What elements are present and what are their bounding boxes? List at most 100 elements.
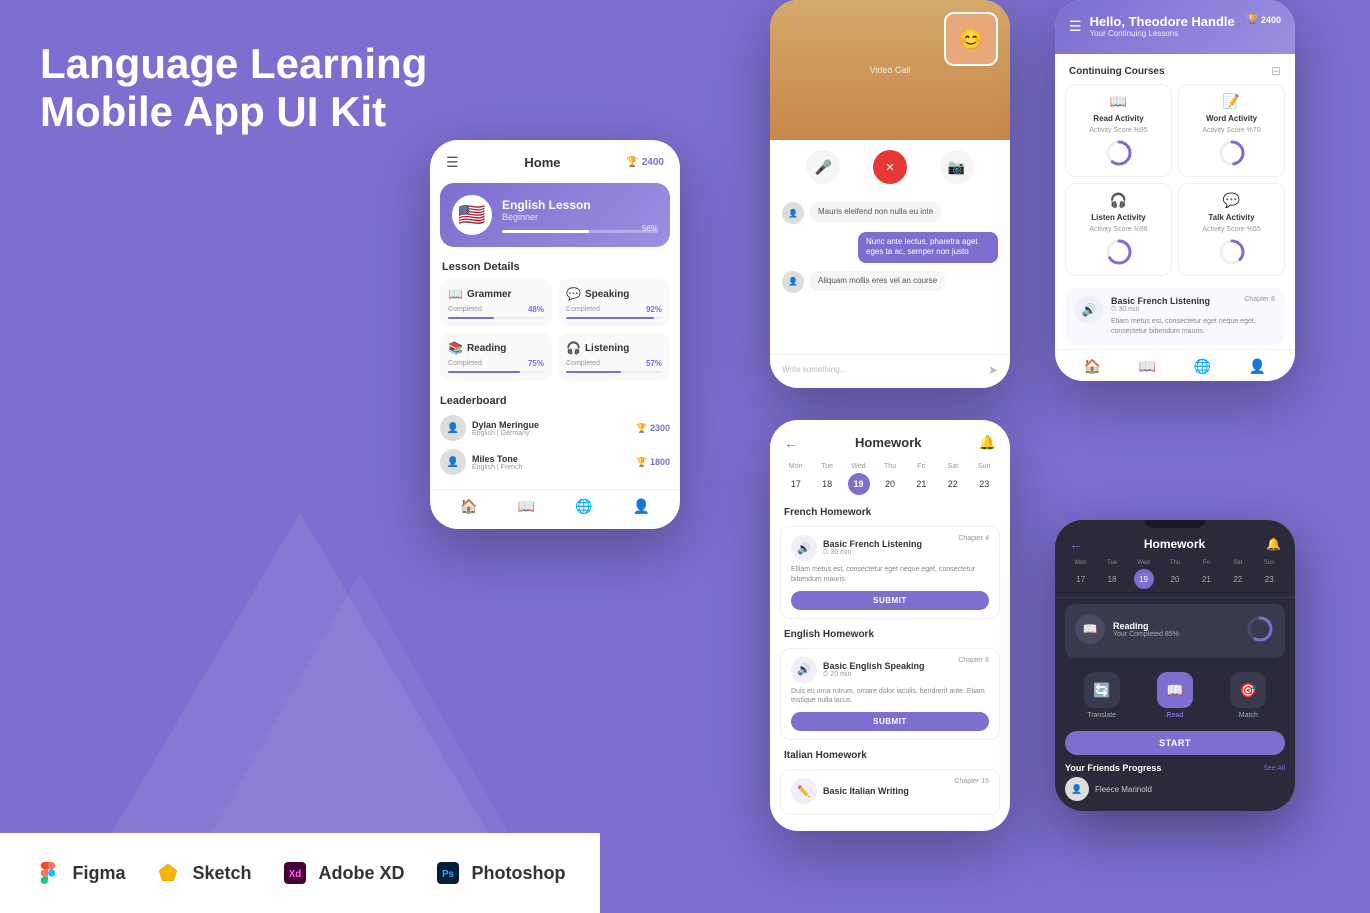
greeting-section: Hello, Theodore Handle Your Continuing L… — [1090, 14, 1235, 38]
match-label: Match — [1239, 712, 1258, 719]
listen-activity[interactable]: 🎧 Listen Activity Activity Score %98 — [1065, 183, 1172, 276]
hw-card-icon-3: ✏️ — [791, 778, 817, 804]
lesson-progress-bar — [502, 230, 658, 233]
figma-icon — [34, 859, 62, 887]
homework-calendar: Mon17 Tue18 Wed19 Thu20 Fri21 Sat22 Sun2… — [770, 459, 1010, 501]
avatar-2: 👤 — [440, 449, 466, 475]
featured-lesson[interactable]: 🔊 Basic French Listening Chapter 8 ⏱ 30 … — [1065, 288, 1285, 345]
grammar-card[interactable]: 📖Grammer Completed48% — [440, 279, 552, 327]
p5-wed[interactable]: Wed19 — [1134, 560, 1154, 589]
ps-item[interactable]: Ps Photoshop — [434, 859, 566, 887]
fl-time: ⏱ 30 min — [1111, 306, 1275, 314]
flag-icon: 🇺🇸 — [452, 195, 492, 235]
p5-mon: Mon17 — [1071, 560, 1091, 589]
dark-calendar: Mon17 Tue18 Wed19 Thu20 Fri21 Sat22 Sun2… — [1055, 558, 1295, 598]
courses-header: ☰ Hello, Theodore Handle Your Continuing… — [1055, 0, 1295, 54]
nav-user-icon[interactable]: 👤 — [633, 498, 650, 515]
figma-item[interactable]: Figma — [34, 859, 125, 887]
listen-donut — [1104, 237, 1134, 267]
match-action[interactable]: 🎯 Match — [1230, 672, 1266, 719]
p4-nav-book[interactable]: 📖 — [1139, 358, 1156, 375]
listen-icon: 🎧 — [1110, 192, 1127, 209]
read-action[interactable]: 📖 Read — [1157, 672, 1193, 719]
talk-icon: 💬 — [1223, 192, 1240, 209]
p4-nav-globe[interactable]: 🌐 — [1194, 358, 1211, 375]
svg-text:Ps: Ps — [442, 869, 454, 880]
filter-icon[interactable]: ⊟ — [1271, 64, 1281, 78]
p4-nav-home[interactable]: 🏠 — [1084, 358, 1101, 375]
read-label: Read — [1166, 712, 1183, 719]
submit-button-1[interactable]: SUBMIT — [791, 591, 989, 610]
dark-reading-card[interactable]: 📖 Reading Your Completed 85% — [1065, 604, 1285, 658]
phone-homework: ← Homework 🔔 Mon17 Tue18 Wed19 Thu20 Fri… — [770, 420, 1010, 831]
continuing-courses-header: Continuing Courses ⊟ — [1055, 54, 1295, 84]
cal-wed[interactable]: Wed19 — [848, 463, 870, 495]
dark-hw-icon: 📖 — [1075, 614, 1105, 644]
french-hw-card[interactable]: 🔊 Basic French Listening ⏱ 30 min Chapte… — [780, 526, 1000, 619]
lesson-progress-fill — [502, 230, 589, 233]
cal-thu: Thu20 — [879, 463, 901, 495]
greeting-subtitle: Your Continuing Lessons — [1090, 29, 1235, 38]
sketch-item[interactable]: Sketch — [154, 859, 251, 887]
word-icon: 📝 — [1223, 93, 1240, 110]
video-area: Video Call 😊 — [770, 0, 1010, 140]
friends-title: Your Friends Progress — [1065, 763, 1161, 773]
notification-bell[interactable]: 🔔 — [979, 434, 996, 451]
leaderboard-item-1[interactable]: 👤 Dylan Meringue English | Germany 🏆 230… — [440, 411, 670, 445]
tools-bar: Figma Sketch Xd Adobe XD Ps Photoshop — [0, 833, 600, 913]
courses-trophy: 🏆 2400 — [1247, 14, 1281, 25]
translate-action[interactable]: 🔄 Translate — [1084, 672, 1120, 719]
hw-card-chapter-2: Chapter 8 — [958, 657, 989, 664]
user-greeting: Hello, Theodore Handle — [1090, 14, 1235, 29]
dark-bell-icon[interactable]: 🔔 — [1266, 537, 1281, 551]
send-icon[interactable]: ➤ — [988, 363, 998, 377]
homework-title: Homework — [855, 435, 921, 450]
translate-icon: 🔄 — [1084, 672, 1120, 708]
p4-nav-user[interactable]: 👤 — [1249, 358, 1266, 375]
lesson-banner[interactable]: 🇺🇸 English Lesson Beginner 56% — [440, 183, 670, 247]
italian-hw-card[interactable]: ✏️ Basic Italian Writing Chapter 16 — [780, 769, 1000, 815]
hw-card-title-2: Basic English Speaking — [823, 661, 925, 671]
reading-card[interactable]: 📚Reading Completed75% — [440, 333, 552, 381]
hamburger-icon[interactable]: ☰ — [446, 154, 459, 171]
dark-back-btn[interactable]: ← — [1069, 536, 1083, 552]
progress-percent: 56% — [642, 224, 658, 233]
speaking-card[interactable]: 💬Speaking Completed92% — [558, 279, 670, 327]
phone-video: Video Call 😊 🎤 ✕ 📷 👤 Mauris eleifend non… — [770, 0, 1010, 388]
chat-message-3: 👤 Aliquam mollis eres vel an course — [782, 271, 998, 293]
chat-bubble-1: Mauris eleifend non nulla eu inte — [810, 202, 941, 222]
listening-card[interactable]: 🎧Listening Completed57% — [558, 333, 670, 381]
homework-header: ← Homework 🔔 — [770, 420, 1010, 459]
back-button[interactable]: ← — [784, 435, 798, 451]
nav-book-icon[interactable]: 📖 — [518, 498, 535, 515]
svg-text:Xd: Xd — [288, 869, 300, 880]
mute-button[interactable]: 🎤 — [806, 150, 840, 184]
start-button[interactable]: START — [1065, 731, 1285, 755]
nav-home-icon[interactable]: 🏠 — [460, 498, 477, 515]
dark-hw-donut — [1245, 614, 1275, 644]
word-activity[interactable]: 📝 Word Activity Activity Score %70 — [1178, 84, 1285, 177]
figma-label: Figma — [72, 863, 125, 884]
chat-input[interactable]: Write something... — [782, 361, 982, 378]
ps-icon: Ps — [434, 859, 462, 887]
courses-menu-icon[interactable]: ☰ — [1069, 18, 1082, 35]
read-activity[interactable]: 📖 Read Activity Activity Score %95 — [1065, 84, 1172, 177]
english-hw-card[interactable]: 🔊 Basic English Speaking ⏱ 20 min Chapte… — [780, 648, 1000, 741]
sketch-icon — [154, 859, 182, 887]
p5-sun: Sun23 — [1259, 560, 1279, 589]
end-call-button[interactable]: ✕ — [873, 150, 907, 184]
hw-card-chapter-3: Chapter 16 — [954, 778, 989, 785]
trophy-score: 🏆 2400 — [626, 157, 664, 168]
leaderboard-item-2[interactable]: 👤 Miles Tone English | French 🏆 1800 — [440, 445, 670, 479]
xd-item[interactable]: Xd Adobe XD — [281, 859, 405, 887]
phone-nav: 🏠 📖 🌐 👤 — [430, 489, 680, 519]
nav-globe-icon[interactable]: 🌐 — [575, 498, 592, 515]
small-video: 😊 — [944, 12, 998, 66]
hero-title: Language Learning Mobile App UI Kit — [40, 40, 427, 137]
avatar-1: 👤 — [440, 415, 466, 441]
talk-activity[interactable]: 💬 Talk Activity Activity Score %55 — [1178, 183, 1285, 276]
submit-button-2[interactable]: SUBMIT — [791, 712, 989, 731]
friend-item[interactable]: 👤 Fleece Marinold — [1065, 777, 1285, 801]
see-all-link[interactable]: See All — [1263, 765, 1285, 772]
camera-button[interactable]: 📷 — [940, 150, 974, 184]
